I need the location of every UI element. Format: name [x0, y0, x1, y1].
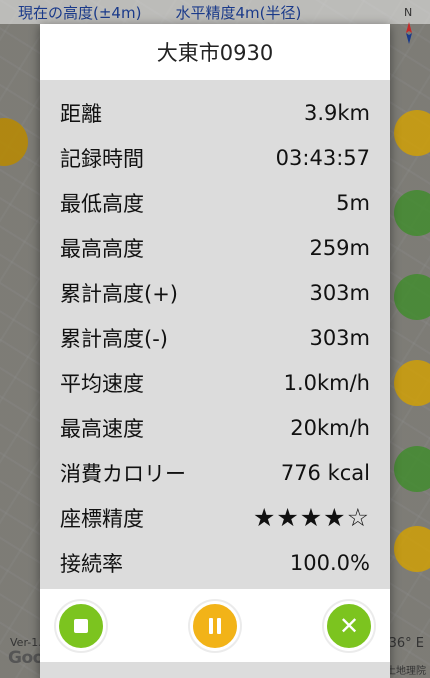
stat-row-max-speed: 最高速度 20km/h: [40, 405, 390, 450]
stat-value: 776 kcal: [280, 460, 370, 485]
stop-icon: [60, 605, 102, 647]
stat-value: 03:43:57: [275, 145, 370, 170]
stat-label: 距離: [60, 101, 102, 126]
stats-list: 距離 3.9km 記録時間 03:43:57 最低高度 5m 最高高度 259m…: [40, 80, 390, 585]
record-summary-dialog: 大東市0930 距離 3.9km 記録時間 03:43:57 最低高度 5m 最…: [40, 24, 390, 678]
stat-value: 1.0km/h: [283, 370, 370, 395]
close-icon: ✕: [338, 611, 360, 640]
stat-value: 3.9km: [303, 100, 370, 125]
stat-label: 最低高度: [60, 191, 144, 216]
stat-row-record-time: 記録時間 03:43:57: [40, 135, 390, 180]
horizontal-accuracy-label: 水平精度4m(半径): [175, 3, 302, 22]
stat-row-cumulative-down: 累計高度(-) 303m: [40, 315, 390, 360]
map-coordinate: 36° E: [388, 636, 424, 651]
stat-row-cumulative-up: 累計高度(+) 303m: [40, 270, 390, 315]
stat-row-distance: 距離 3.9km: [40, 90, 390, 135]
compass-icon[interactable]: N: [396, 6, 422, 48]
stat-label: 最高高度: [60, 236, 144, 261]
stat-row-calories: 消費カロリー 776 kcal: [40, 450, 390, 495]
stat-value: 303m: [309, 325, 370, 350]
stat-row-max-altitude: 最高高度 259m: [40, 225, 390, 270]
stat-value: 259m: [309, 235, 370, 260]
dialog-header: 大東市0930: [40, 24, 390, 80]
star-rating: ★★★★☆: [252, 503, 370, 532]
stat-row-min-altitude: 最低高度 5m: [40, 180, 390, 225]
stat-label: 記録時間: [60, 146, 144, 171]
stop-button[interactable]: [56, 600, 106, 651]
current-altitude-label: 現在の高度(±4m): [18, 3, 142, 22]
stat-label: 座標精度: [60, 506, 144, 531]
stat-value: 20km/h: [290, 415, 370, 440]
pause-icon: [194, 605, 236, 647]
stat-label: 接続率: [60, 551, 123, 576]
stat-row-coordinate-accuracy: 座標精度 ★★★★☆: [40, 495, 390, 540]
dialog-title: 大東市0930: [156, 41, 274, 65]
stat-row-average-speed: 平均速度 1.0km/h: [40, 360, 390, 405]
stat-row-connection-rate: 接続率 100.0%: [40, 540, 390, 585]
stat-label: 累計高度(+): [60, 281, 178, 306]
map-info-bar: 現在の高度(±4m) 水平精度4m(半径): [0, 0, 430, 24]
close-button[interactable]: ✕: [324, 600, 374, 651]
stat-value: 303m: [309, 280, 370, 305]
stat-value: 5m: [336, 190, 370, 215]
stat-label: 最高速度: [60, 416, 144, 441]
stat-value: 100.0%: [289, 550, 370, 575]
stat-label: 消費カロリー: [60, 461, 186, 486]
dialog-footer: ✕: [40, 589, 390, 662]
pause-button[interactable]: [190, 600, 240, 651]
stat-label: 平均速度: [60, 371, 144, 396]
stat-label: 累計高度(-): [60, 326, 168, 351]
